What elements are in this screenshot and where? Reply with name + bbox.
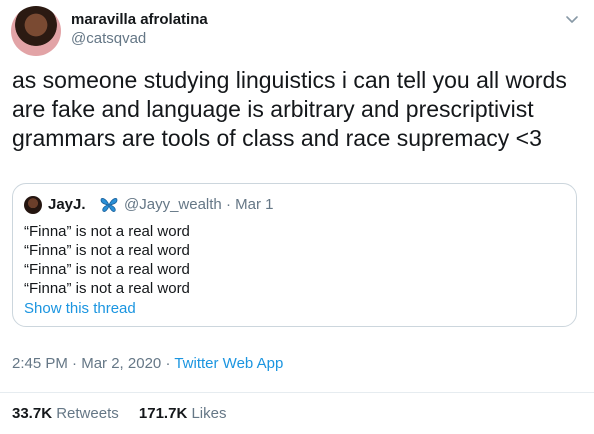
quoted-line: “Finna” is not a real word (24, 261, 190, 278)
timestamp-separator: · (72, 355, 78, 372)
show-thread-link[interactable]: Show this thread (24, 300, 136, 318)
author-avatar[interactable] (11, 6, 61, 56)
quoted-text: “Finna” is not a real word “Finna” is no… (24, 222, 190, 298)
source-app-link[interactable]: Twitter Web App (174, 355, 283, 372)
tweet-text: as someone studying linguistics i can te… (12, 67, 567, 151)
quoted-handle: @Jayy_wealth (124, 196, 222, 213)
quoted-tweet[interactable]: JayJ. @Jayy_wealth · Mar 1 “Finna” is no… (12, 183, 577, 327)
quoted-line: “Finna” is not a real word (24, 242, 190, 259)
timestamp-separator: · (165, 355, 171, 372)
quoted-line: “Finna” is not a real word (24, 223, 190, 240)
likes-count: 171.7K (138, 405, 188, 422)
engagement-stats: 33.7K Retweets 171.7K Likes (12, 405, 226, 423)
retweets-count: 33.7K (12, 405, 53, 422)
retweets-label: Retweets (56, 405, 119, 422)
author-handle[interactable]: @catsqvad (71, 29, 146, 48)
quoted-meta: @Jayy_wealth · Mar 1 (124, 196, 273, 214)
butterfly-icon (100, 198, 118, 212)
chevron-down-icon[interactable] (565, 12, 579, 26)
divider (0, 392, 594, 393)
author-display-name[interactable]: maravilla afrolatina (71, 10, 208, 29)
tweet-timestamp: 2:45 PM · Mar 2, 2020 · Twitter Web App (12, 355, 283, 373)
retweets-stat[interactable]: 33.7K Retweets (12, 405, 119, 422)
quoted-date: Mar 1 (235, 196, 274, 213)
quoted-avatar (24, 196, 42, 214)
tweet-time[interactable]: 2:45 PM (12, 355, 68, 372)
likes-label: Likes (191, 405, 227, 422)
tweet-date[interactable]: Mar 2, 2020 (81, 355, 161, 372)
quoted-display-name: JayJ. (48, 196, 86, 213)
quoted-line: “Finna” is not a real word (24, 280, 190, 297)
quoted-separator: · (225, 196, 231, 213)
likes-stat[interactable]: 171.7K Likes (139, 405, 227, 422)
